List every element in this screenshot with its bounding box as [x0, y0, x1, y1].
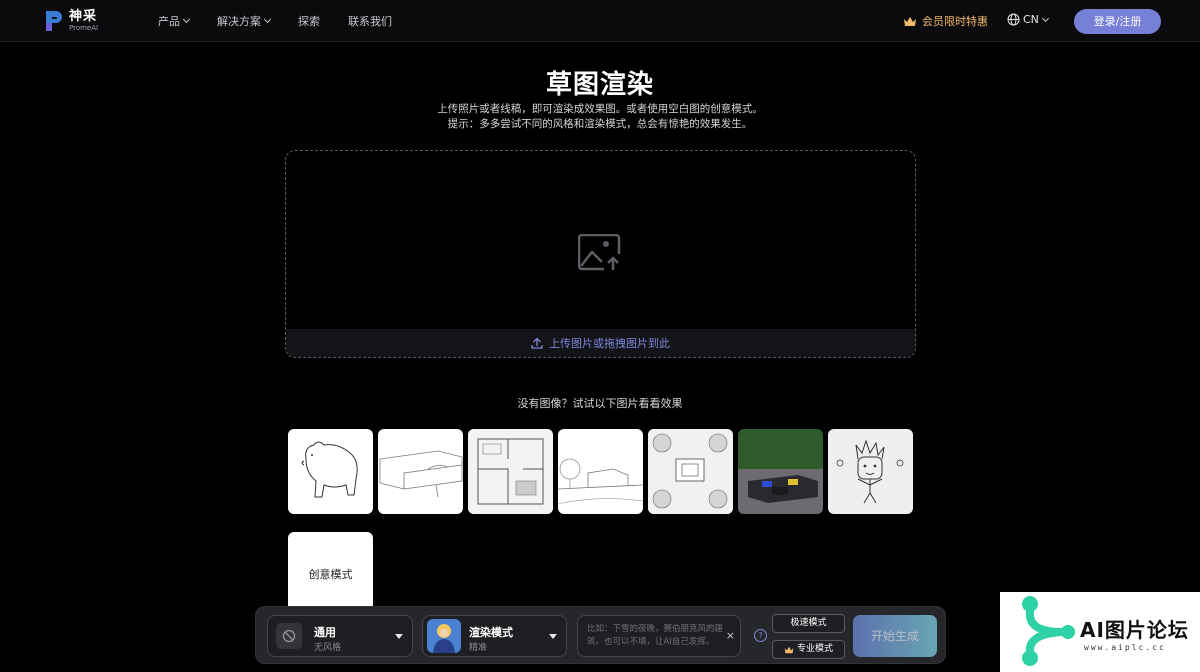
vip-label: 会员限时特惠: [922, 15, 988, 28]
speed-mode-button[interactable]: 极速模式: [772, 614, 845, 633]
nav-solutions[interactable]: 解决方案: [217, 13, 272, 29]
no-style-icon: [276, 623, 302, 649]
watermark-banner: AI图片论坛 www.aiplc.cc: [1000, 592, 1200, 672]
watermark-url: www.aiplc.cc: [1084, 643, 1166, 652]
logo-icon: [44, 9, 64, 33]
watermark-logo-icon: [1022, 596, 1075, 666]
chevron-down-icon: [263, 15, 272, 24]
description-line-2: 提示：多多尝试不同的风格和渲染模式，总会有惊艳的效果发生。: [447, 118, 753, 130]
upload-icon: [531, 337, 543, 349]
garden-plan-sketch-image: [648, 429, 733, 514]
patio-photo-image: [738, 429, 823, 514]
generation-toolbar: 通用 无风格 渲染模式 精准 比如：下雪的夜晚，赛伯朋克风的建筑。也可以不填，让…: [255, 606, 946, 664]
caret-down-icon: [549, 634, 557, 639]
upload-label: 上传图片或拖拽图片到此: [549, 337, 670, 350]
generate-button[interactable]: 开始生成: [853, 615, 937, 657]
nav-label: 产品: [158, 15, 180, 28]
sample-patio-photo[interactable]: [738, 429, 823, 514]
sample-garden-plan-sketch[interactable]: [648, 429, 733, 514]
samples-heading: 没有图像？试试以下图片看看效果: [517, 397, 683, 410]
nav-label: 探索: [298, 15, 320, 28]
nav-label: 解决方案: [217, 15, 261, 28]
sample-interior-sketch[interactable]: [468, 429, 553, 514]
crown-icon: [904, 16, 916, 26]
description-line-1: 上传照片或者线稿，即可渲染成效果图。或者使用空白图的创意模式。: [437, 103, 763, 115]
landscape-sketch-image: [558, 458, 643, 505]
render-mode-sub: 精准: [469, 643, 488, 653]
creative-mode-card[interactable]: 创意模式: [288, 532, 373, 612]
render-mode-name: 渲染模式: [469, 626, 513, 639]
language-selector[interactable]: CN: [1007, 13, 1049, 26]
login-register-button[interactable]: 登录/注册: [1074, 9, 1161, 34]
upload-dropzone[interactable]: 上传图片或拖拽图片到此: [285, 150, 916, 358]
watermark-title: AI图片论坛: [1080, 618, 1189, 642]
page-title: 草图渲染: [545, 70, 654, 100]
nav-label: 联系我们: [348, 15, 392, 28]
crown-icon: [784, 646, 794, 653]
nav-contact[interactable]: 联系我们: [348, 13, 392, 29]
top-header: 神采 PromeAI 产品 解决方案 探索 联系我们 会员限时特惠 CN 登录/…: [0, 0, 1200, 42]
render-mode-selector[interactable]: 渲染模式 精准: [422, 615, 567, 657]
kid-drawing-image: [836, 439, 904, 504]
prompt-input[interactable]: 比如：下雪的夜晚，赛伯朋克风的建筑。也可以不填，让AI自己发挥。 ×: [577, 615, 741, 657]
logo[interactable]: 神采 PromeAI: [44, 9, 98, 33]
sample-sofa-sketch[interactable]: [378, 429, 463, 514]
clear-icon[interactable]: ×: [726, 629, 735, 642]
interior-sketch-image: [468, 429, 553, 514]
nav-explore[interactable]: 探索: [298, 13, 320, 29]
style-name: 通用: [314, 626, 336, 639]
nav-products[interactable]: 产品: [158, 13, 191, 29]
logo-name: 神采: [69, 9, 98, 24]
chevron-down-icon: [182, 15, 191, 24]
vip-promo-link[interactable]: 会员限时特惠: [903, 13, 988, 29]
chevron-down-icon: [1041, 14, 1049, 22]
pro-mode-label: 专业模式: [796, 644, 833, 654]
image-upload-icon: [578, 234, 622, 272]
prompt-placeholder: 比如：下雪的夜晚，赛伯朋克风的建筑。也可以不填，让AI自己发挥。: [587, 624, 724, 647]
sample-bear-sketch[interactable]: [288, 429, 373, 514]
caret-down-icon: [395, 634, 403, 639]
sample-landscape-sketch[interactable]: [558, 429, 643, 514]
page-description: 上传照片或者线稿，即可渲染成效果图。或者使用空白图的创意模式。 提示：多多尝试不…: [0, 102, 1200, 132]
pro-mode-button[interactable]: 专业模式: [772, 640, 845, 659]
logo-subname: PromeAI: [69, 24, 99, 32]
main-nav: 产品 解决方案 探索 联系我们: [158, 0, 420, 42]
sample-kid-drawing[interactable]: [828, 429, 913, 514]
style-selector[interactable]: 通用 无风格: [267, 615, 413, 657]
globe-icon: [1007, 13, 1020, 26]
upload-button[interactable]: 上传图片或拖拽图片到此: [286, 329, 915, 357]
bear-sketch-image: [301, 441, 358, 498]
lang-label: CN: [1023, 13, 1039, 26]
style-sub: 无风格: [314, 643, 342, 653]
sofa-sketch-image: [379, 450, 463, 498]
render-mode-thumbnail: [427, 619, 461, 653]
help-icon[interactable]: ?: [754, 629, 767, 642]
